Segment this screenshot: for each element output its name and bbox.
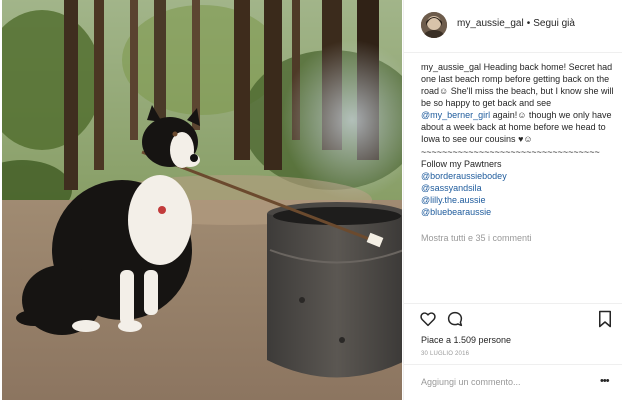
action-bar [404, 310, 622, 332]
post-date[interactable]: 30 LUGLIO 2016 [421, 351, 469, 357]
header-username[interactable]: my_aussie_gal [457, 18, 524, 29]
caption-divider-line: ~~~~~~~~~~~~~~~~~~~~~~~~~~~~~~~~~~ [421, 147, 600, 157]
dog-campfire-photo [2, 0, 402, 400]
post-header: my_aussie_gal • Segui già [404, 0, 622, 53]
header-user-line: my_aussie_gal • Segui già [457, 18, 575, 29]
post-photo[interactable] [2, 0, 402, 400]
comment-divider [404, 364, 622, 365]
likes-count[interactable]: Piace a 1.509 persone [421, 335, 511, 345]
header-separator: • [526, 18, 531, 29]
caption-follow-label: Follow my Pawtners [421, 159, 502, 169]
post-sidebar: my_aussie_gal • Segui già my_aussie_gal He… [403, 0, 622, 400]
mention-link[interactable]: @sassyandsila [421, 183, 482, 193]
comment-icon[interactable] [446, 310, 464, 333]
instagram-post: my_aussie_gal • Segui già my_aussie_gal He… [0, 0, 622, 400]
actions-divider [404, 303, 622, 304]
add-comment-input[interactable]: Aggiungi un commento... [421, 377, 521, 387]
show-all-comments-link[interactable]: Mostra tutti e 35 i commenti [421, 233, 532, 242]
bookmark-icon[interactable] [597, 310, 613, 333]
avatar[interactable] [421, 12, 447, 38]
caption-text-3: again! [490, 110, 518, 120]
caption-paragraph: my_aussie_gal Heading back home! Secret … [421, 61, 617, 145]
mention-link[interactable]: @bluebearaussie [421, 207, 491, 217]
caption-text-2: She'll miss the beach, but I know she wi… [421, 86, 614, 108]
mention-link[interactable]: @lilly.the.aussie [421, 195, 486, 205]
heart-icon[interactable] [419, 310, 437, 333]
more-icon[interactable]: ••• [600, 375, 610, 387]
follow-status-button[interactable]: Segui già [533, 18, 575, 29]
post-caption: my_aussie_gal Heading back home! Secret … [421, 61, 617, 239]
caption-emoji-1: ☺ [439, 86, 449, 96]
mention-link[interactable]: @borderaussiebodey [421, 171, 507, 181]
avatar-image [421, 12, 447, 38]
caption-mention-link[interactable]: @my_berner_girl [421, 110, 490, 120]
caption-emoji-3: ♥☺ [518, 134, 533, 144]
caption-username[interactable]: my_aussie_gal [421, 62, 481, 72]
